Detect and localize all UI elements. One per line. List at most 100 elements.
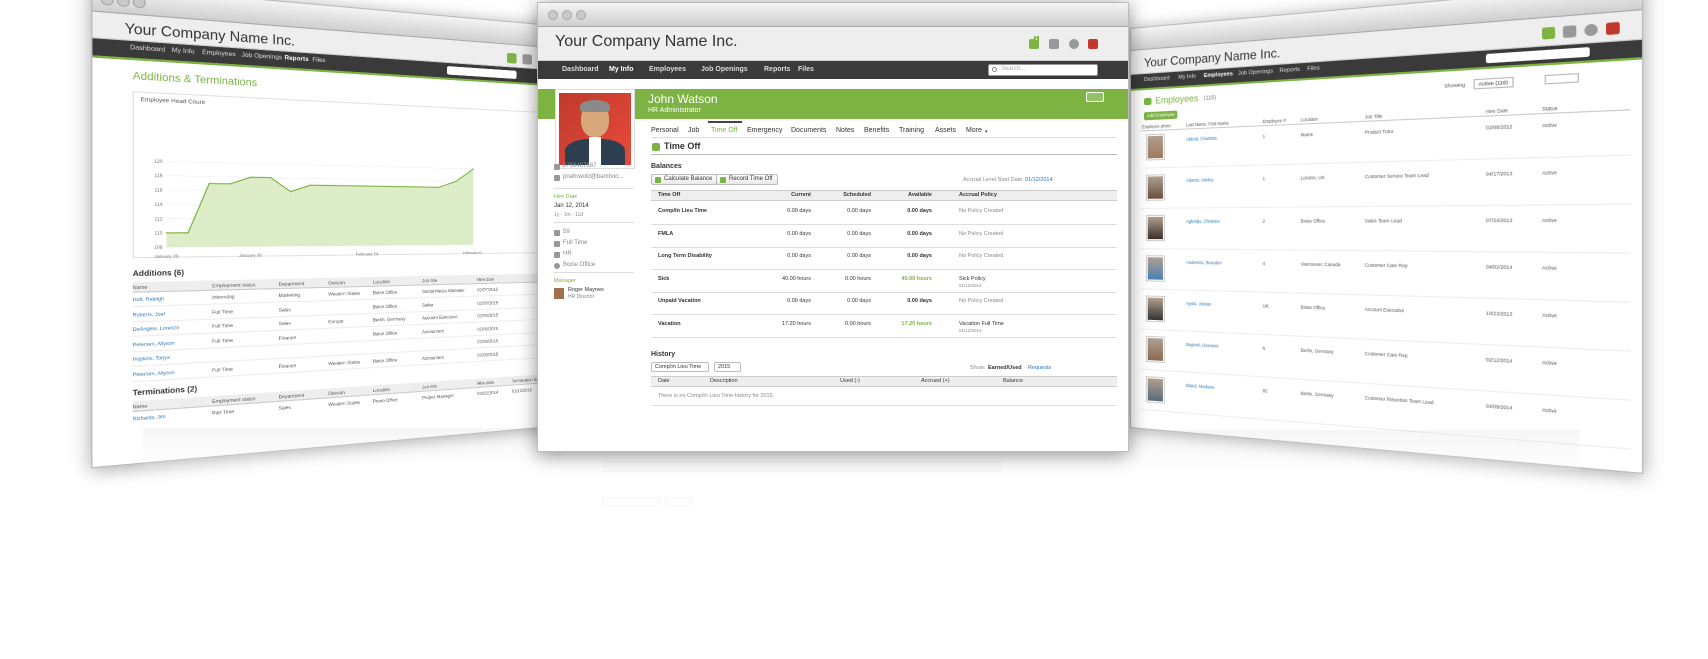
tab-documents[interactable]: Documents xyxy=(791,127,826,134)
link-icon[interactable] xyxy=(1563,25,1576,38)
nav-employees[interactable]: Employees xyxy=(1204,71,1233,79)
record-time-off-button[interactable]: Record Time Off xyxy=(716,174,778,185)
nav-my-info[interactable]: My Info xyxy=(609,66,634,73)
nav-employees[interactable]: Employees xyxy=(202,49,236,58)
employee-photo[interactable] xyxy=(1146,376,1165,404)
add-employee-button[interactable]: Add Employee xyxy=(1144,111,1178,121)
history-header-cell[interactable]: Description xyxy=(710,378,738,384)
view-toggle[interactable] xyxy=(1545,73,1579,84)
terminations-header-cell[interactable]: Job title xyxy=(422,383,437,389)
nav-job-openings[interactable]: Job Openings xyxy=(242,52,283,62)
terminations-header-cell[interactable]: Employment status xyxy=(212,396,255,405)
window-dot[interactable] xyxy=(548,10,558,20)
terminations-header-cell[interactable]: Division xyxy=(328,390,345,397)
employees-header-cell[interactable]: Employee # xyxy=(1263,118,1286,124)
additions-header-cell[interactable]: Division xyxy=(328,280,345,286)
window-dot[interactable] xyxy=(562,10,572,20)
additions-header-cell[interactable]: Location xyxy=(373,279,390,285)
calculate-balance-button[interactable]: Calculate Balance xyxy=(651,174,717,185)
nav-reports[interactable]: Reports xyxy=(764,66,790,73)
addition-cell-name[interactable]: Hopkins, Tonya xyxy=(133,354,170,362)
notification-icon[interactable] xyxy=(507,53,517,64)
terminations-header-cell[interactable]: Hire date xyxy=(477,380,494,386)
terminations-header-cell[interactable]: Department xyxy=(279,392,305,399)
employees-header-cell[interactable]: Status xyxy=(1542,105,1558,112)
addition-cell-name[interactable]: DeAngelo, Lorenzo xyxy=(133,324,180,332)
addition-cell-name[interactable]: Holt, Raleigh xyxy=(133,296,164,303)
employee-photo[interactable] xyxy=(1146,336,1165,363)
nav-reports[interactable]: Reports xyxy=(1279,67,1300,75)
data-point[interactable] xyxy=(187,232,189,233)
nav-files[interactable]: Files xyxy=(312,57,325,65)
balances-header-cell[interactable]: Accrual Policy xyxy=(959,192,997,198)
nav-reports[interactable]: Reports xyxy=(284,55,308,63)
employees-header-cell[interactable]: Employee photo xyxy=(1142,123,1171,129)
nav-dashboard[interactable]: Dashboard xyxy=(1144,75,1170,83)
employee-photo[interactable] xyxy=(1146,134,1165,161)
help-icon[interactable] xyxy=(1584,24,1598,37)
addition-cell-name[interactable]: Petersen, Allyson xyxy=(133,369,175,377)
balances-header-cell[interactable]: Time Off xyxy=(658,192,680,198)
employee-cell-name[interactable]: Abbott, Charlotte xyxy=(1186,136,1217,142)
terminations-header-cell[interactable]: Location xyxy=(373,387,390,394)
employee-cell-name[interactable]: Ayala, Jordan xyxy=(1186,301,1211,307)
data-point[interactable] xyxy=(166,232,168,233)
history-header-cell[interactable]: Used (-) xyxy=(840,378,860,384)
termination-cell-name[interactable]: Richards, Jim xyxy=(133,413,166,421)
employee-photo[interactable] xyxy=(1146,255,1165,282)
link-icon[interactable] xyxy=(522,54,532,65)
nav-dashboard[interactable]: Dashboard xyxy=(562,66,599,73)
employee-cell-name[interactable]: Anderson, Brandon xyxy=(1186,260,1222,266)
employee-cell-name[interactable]: Bland, Madison xyxy=(1186,383,1214,390)
search-input[interactable]: Search... xyxy=(988,64,1098,76)
additions-header-cell[interactable]: Employment status xyxy=(212,282,255,289)
tab-personal[interactable]: Personal xyxy=(651,127,679,134)
balances-header-cell[interactable]: Available xyxy=(882,192,932,198)
employee-photo[interactable] xyxy=(1146,295,1165,322)
avatar[interactable] xyxy=(1088,39,1098,49)
nav-employees[interactable]: Employees xyxy=(649,66,686,73)
nav-dashboard[interactable]: Dashboard xyxy=(130,44,165,53)
email[interactable]: pnahrwold@bamboo... xyxy=(563,174,623,180)
nav-job-openings[interactable]: Job Openings xyxy=(1238,68,1273,77)
employees-header-cell[interactable]: Hire Date xyxy=(1486,108,1508,115)
nav-files[interactable]: Files xyxy=(1307,65,1320,72)
employees-header-cell[interactable]: Last Name, First Name xyxy=(1186,120,1229,127)
window-dot[interactable] xyxy=(133,0,146,9)
window-dot[interactable] xyxy=(576,10,586,20)
avatar[interactable] xyxy=(1606,22,1620,35)
history-header-cell[interactable]: Balance xyxy=(1003,378,1023,384)
nav-job-openings[interactable]: Job Openings xyxy=(701,66,748,73)
tab-emergency[interactable]: Emergency xyxy=(747,127,782,134)
link-icon[interactable] xyxy=(1049,39,1059,49)
additions-header-cell[interactable]: Job title xyxy=(422,278,437,284)
addition-cell-name[interactable]: Roberts, Joel xyxy=(133,310,165,317)
employee-cell-name[interactable]: Adams, Ashley xyxy=(1186,177,1213,183)
employee-photo[interactable] xyxy=(1146,215,1165,241)
history-header-cell[interactable]: Date xyxy=(658,378,670,384)
tab-notes[interactable]: Notes xyxy=(836,127,854,134)
balances-header-cell[interactable]: Scheduled xyxy=(821,192,871,198)
accrual-date-link[interactable]: 01/12/2014 xyxy=(1025,177,1053,183)
nav-files[interactable]: Files xyxy=(798,66,814,73)
employees-header-cell[interactable]: Job Title xyxy=(1365,113,1383,119)
additions-header-cell[interactable]: Department xyxy=(279,281,305,287)
gear-icon[interactable] xyxy=(1086,92,1104,102)
tab-time-off[interactable]: Time Off xyxy=(711,127,737,134)
balances-header-cell[interactable]: Current xyxy=(761,192,811,198)
manager-name[interactable]: Roger Maynes xyxy=(568,287,604,293)
earned-used-filter[interactable]: Earned/Used xyxy=(988,365,1022,371)
terminations-header-cell[interactable]: Name xyxy=(133,403,148,410)
window-dot[interactable] xyxy=(101,0,114,6)
history-type-select[interactable]: Comp/In Lieu Time xyxy=(651,362,709,372)
additions-header-cell[interactable]: Name xyxy=(133,284,148,290)
search-input[interactable] xyxy=(1486,47,1590,63)
help-icon[interactable] xyxy=(1069,39,1079,49)
tab-benefits[interactable]: Benefits xyxy=(864,127,889,134)
employee-cell-name[interactable]: Bagnoli, Giovanni xyxy=(1186,342,1218,349)
manager-avatar[interactable] xyxy=(554,288,564,299)
tab-assets[interactable]: Assets xyxy=(935,127,956,134)
notification-icon[interactable] xyxy=(1542,27,1555,40)
history-header-cell[interactable]: Accrued (+) xyxy=(921,378,950,384)
search-input[interactable] xyxy=(447,66,517,79)
